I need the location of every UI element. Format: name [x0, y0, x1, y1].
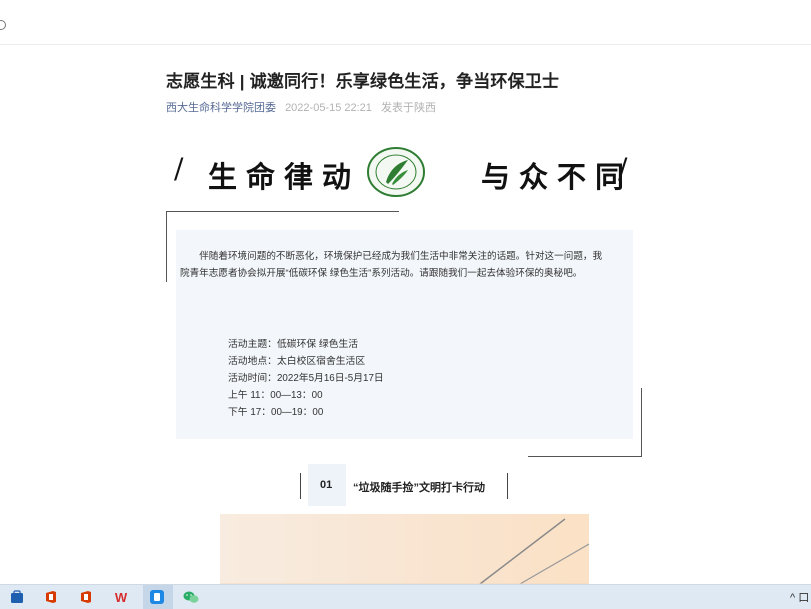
store-icon[interactable] — [8, 588, 26, 606]
article-meta: 西大生命科学学院团委 2022-05-15 22:21 发表于陕西 — [166, 99, 442, 115]
banner-image: / 生命律动 与众不同 / — [168, 140, 638, 204]
refresh-icon[interactable] — [0, 20, 6, 30]
article-title: 志愿生科 | 诚邀同行！乐享绿色生活，争当环保卫士 — [166, 72, 560, 91]
wechat-icon[interactable] — [182, 588, 200, 606]
office-icon[interactable] — [42, 588, 60, 606]
reader-icon[interactable] — [148, 588, 166, 606]
detail-morning-time: 上午 11：00—13：00 — [228, 390, 323, 401]
system-tray[interactable]: ^ 口 — [790, 589, 809, 605]
section-divider-right — [507, 473, 508, 499]
taskbar: W ^ 口 — [0, 584, 811, 609]
section-divider-left — [300, 473, 301, 499]
article-photo — [220, 514, 589, 584]
account-link[interactable]: 西大生命科学学院团委 — [166, 102, 276, 114]
publish-location: 发表于陕西 — [380, 102, 436, 114]
browser-top-bar — [0, 0, 811, 45]
detail-theme: 活动主题：低碳环保 绿色生活 — [228, 339, 359, 350]
college-logo-icon — [367, 147, 425, 197]
banner-slash-right: / — [618, 152, 628, 185]
detail-date: 活动时间：2022年5月16日-5月17日 — [228, 373, 384, 384]
publish-datetime: 2022-05-15 22:21 — [285, 102, 372, 114]
banner-slash-left: / — [174, 152, 184, 185]
banner-right-text: 与众不同 — [481, 160, 634, 194]
section-title: “垃圾随手捡”文明打卡行动 — [353, 482, 485, 494]
office-icon[interactable] — [77, 588, 95, 606]
detail-afternoon-time: 下午 17：00—19：00 — [228, 407, 324, 418]
activity-details: 活动主题：低碳环保 绿色生活 活动地点：太白校区宿舍生活区 活动时间：2022年… — [228, 336, 384, 421]
photo-lines — [220, 518, 589, 584]
section-number: 01 — [320, 479, 333, 491]
intro-paragraph: 伴随着环境问题的不断恶化，环境保护已经成为我们生活中非常关注的话题。针对这一问题… — [180, 251, 603, 279]
banner-left-text: 生命律动 — [208, 160, 361, 194]
wps-icon[interactable]: W — [112, 588, 130, 606]
detail-location: 活动地点：太白校区宿舍生活区 — [228, 356, 366, 367]
